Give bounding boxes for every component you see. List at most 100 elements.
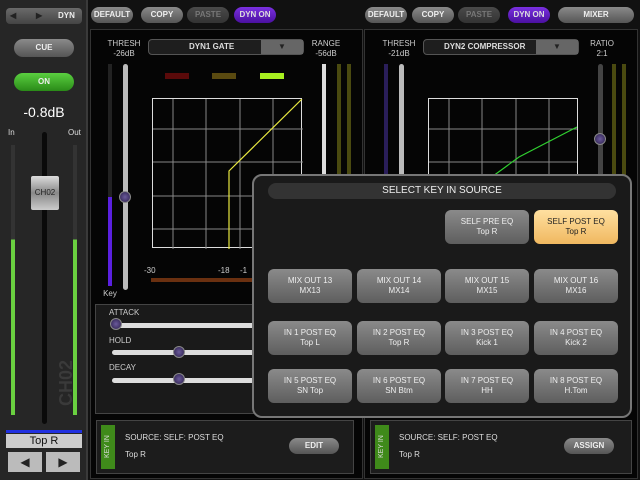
dropdown-arrow-icon[interactable]: ▼: [261, 40, 303, 54]
popup-title: SELECT KEY IN SOURCE: [268, 183, 616, 199]
key-source-button[interactable]: IN 4 POST EQ Kick 2: [534, 321, 618, 355]
dyn1-thresh-label: THRESH: [107, 39, 141, 48]
dyn1-thresh-slider[interactable]: [123, 64, 128, 290]
key-source-button[interactable]: IN 6 POST EQ SN Btm: [357, 369, 441, 403]
next-channel-button[interactable]: ▶: [36, 8, 42, 24]
dyn1-indicator-3: [260, 73, 284, 79]
key-in-label: KEY IN: [375, 425, 389, 469]
dyn1-indicator-2: [212, 73, 236, 79]
dyn2-meter-l: [612, 64, 616, 184]
cue-button[interactable]: CUE: [14, 39, 74, 57]
dyn2-source: SOURCE: SELF: POST EQ: [399, 433, 498, 442]
dyn2-type-select[interactable]: DYN2 COMPRESSOR ▼: [423, 39, 579, 55]
key-source-line1: IN 5 POST EQ: [283, 376, 337, 385]
paste-button-1[interactable]: PASTE: [187, 7, 229, 23]
fader-knob[interactable]: CH02: [31, 176, 59, 210]
key-source-line2: MX15: [476, 286, 498, 295]
key-source-line2: Top R: [476, 227, 498, 236]
key-source-button[interactable]: MIX OUT 15 MX15: [445, 269, 529, 303]
assign-button[interactable]: ASSIGN: [564, 438, 614, 454]
key-source-button[interactable]: SELF PRE EQ Top R: [445, 210, 529, 244]
dyn2-thresh-label: THRESH: [382, 39, 416, 48]
dyn-on-button-2[interactable]: DYN ON: [508, 7, 550, 23]
channel-watermark: CH02: [56, 360, 76, 407]
key-source-button[interactable]: SELF POST EQ Top R: [534, 210, 618, 244]
key-source-line1: MIX OUT 16: [553, 276, 599, 285]
key-source-button[interactable]: MIX OUT 14 MX14: [357, 269, 441, 303]
dyn-on-button-1[interactable]: DYN ON: [234, 7, 276, 23]
dyn1-range-label: RANGE: [311, 39, 341, 48]
dyn1-thresh-value: -26dB: [113, 49, 135, 58]
channel-name[interactable]: Top R: [6, 434, 82, 448]
mixer-button[interactable]: MIXER: [558, 7, 634, 23]
key-source-button[interactable]: IN 1 POST EQ Top L: [268, 321, 352, 355]
default-button-2[interactable]: DEFAULT: [365, 7, 407, 23]
paste-button-2[interactable]: PASTE: [458, 7, 500, 23]
key-source-line1: MIX OUT 13: [287, 276, 333, 285]
key-source-button[interactable]: MIX OUT 16 MX16: [534, 269, 618, 303]
key-source-line1: IN 3 POST EQ: [460, 328, 514, 337]
key-source-line2: MX14: [388, 286, 410, 295]
dyn2-key-meter: [384, 64, 388, 184]
key-in-label: KEY IN: [101, 425, 115, 469]
dyn2-source-name: Top R: [399, 450, 420, 459]
default-button-1[interactable]: DEFAULT: [91, 7, 133, 23]
decay-knob[interactable]: [173, 373, 185, 385]
dyn1-thresh-knob[interactable]: [119, 191, 131, 203]
key-source-line1: IN 7 POST EQ: [460, 376, 514, 385]
dyn1-type-select[interactable]: DYN1 GATE ▼: [148, 39, 304, 55]
dyn2-graph: [428, 98, 578, 178]
dyn-button[interactable]: DYN: [58, 8, 75, 24]
dyn1-indicator-1: [165, 73, 189, 79]
ratio-value: 2:1: [596, 49, 608, 58]
dyn2-thresh-slider[interactable]: [399, 64, 404, 184]
key-source-button[interactable]: MIX OUT 13 MX13: [268, 269, 352, 303]
key-source-line2: MX13: [299, 286, 321, 295]
copy-button-1[interactable]: COPY: [141, 7, 183, 23]
key-source-line1: SELF POST EQ: [547, 217, 605, 226]
key-source-button[interactable]: IN 3 POST EQ Kick 1: [445, 321, 529, 355]
key-source-button[interactable]: IN 8 POST EQ H.Tom: [534, 369, 618, 403]
ratio-slider[interactable]: [598, 64, 603, 184]
key-source-line2: MX16: [565, 286, 587, 295]
on-button[interactable]: ON: [14, 73, 74, 91]
key-label: Key: [103, 289, 117, 298]
key-source-button[interactable]: IN 5 POST EQ SN Top: [268, 369, 352, 403]
key-source-line1: IN 6 POST EQ: [372, 376, 426, 385]
key-source-line2: Top L: [300, 338, 320, 347]
key-source-line1: MIX OUT 15: [464, 276, 510, 285]
edit-button[interactable]: EDIT: [289, 438, 339, 454]
select-key-in-source-popup: SELECT KEY IN SOURCE SELF PRE EQ Top R SEL…: [252, 174, 632, 418]
gain-reduction-bar: [151, 278, 261, 282]
dropdown-arrow-icon[interactable]: ▼: [536, 40, 578, 54]
hold-label: HOLD: [109, 336, 132, 345]
dyn1-source-name: Top R: [125, 450, 146, 459]
key-source-line1: SELF PRE EQ: [460, 217, 514, 226]
attack-knob[interactable]: [110, 318, 122, 330]
key-source-line1: IN 2 POST EQ: [372, 328, 426, 337]
next-arrow-button[interactable]: ▶: [46, 452, 80, 472]
dyn1-key-in-box: KEY IN SOURCE: SELF: POST EQ Top R EDIT: [96, 420, 354, 474]
scale-tick: -18: [218, 266, 230, 275]
ratio-knob[interactable]: [594, 133, 606, 145]
hold-knob[interactable]: [173, 346, 185, 358]
key-source-line1: IN 1 POST EQ: [283, 328, 337, 337]
copy-button-2[interactable]: COPY: [412, 7, 454, 23]
attack-slider[interactable]: [112, 323, 262, 328]
prev-channel-button[interactable]: ◀: [10, 8, 16, 24]
key-source-button[interactable]: IN 7 POST EQ HH: [445, 369, 529, 403]
prev-arrow-button[interactable]: ◀: [8, 452, 42, 472]
dyn2-curve: [429, 99, 577, 178]
key-source-line1: IN 8 POST EQ: [549, 376, 603, 385]
hold-slider[interactable]: [112, 350, 262, 355]
scale-tick: -1: [240, 266, 248, 275]
key-source-button[interactable]: IN 2 POST EQ Top R: [357, 321, 441, 355]
dyn2-type: DYN2 COMPRESSOR: [444, 42, 526, 51]
decay-slider[interactable]: [112, 378, 262, 383]
dyn2-key-in-box: KEY IN SOURCE: SELF: POST EQ Top R ASSIG…: [370, 420, 632, 474]
dyn1-source: SOURCE: SELF: POST EQ: [125, 433, 224, 442]
dyn2-meter-r: [622, 64, 626, 184]
key-source-line2: Kick 1: [476, 338, 498, 347]
key-source-line2: HH: [481, 386, 493, 395]
key-source-line2: SN Btm: [385, 386, 413, 395]
